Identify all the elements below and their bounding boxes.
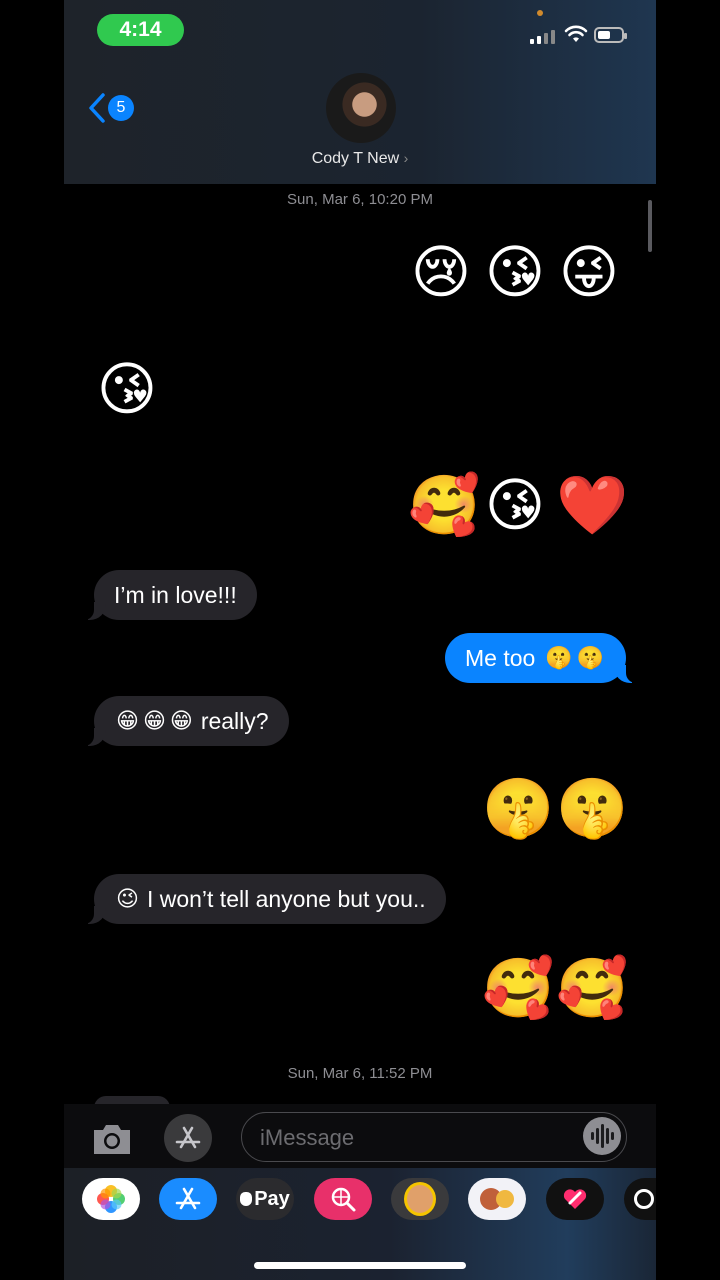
digital-touch-icon[interactable] <box>546 1178 604 1220</box>
imessage-input[interactable]: iMessage <box>241 1112 627 1162</box>
magnifier-globe-icon <box>331 1187 356 1212</box>
message-text: Me too <box>465 644 536 671</box>
red-heart-emoji: ❤️ <box>556 473 629 538</box>
heart-touch-icon <box>563 1189 587 1209</box>
message-input-bar: iMessage <box>64 1104 656 1168</box>
messages-screen: 4:14 5 Cody T New › Sun, Mar 6, 10:20 PM… <box>64 0 656 1280</box>
sent-message-bubble[interactable]: Me too 🤫 🤫 <box>445 633 639 683</box>
sent-emoji-message[interactable]: 😢 😘 😜 <box>408 240 622 306</box>
photos-flower-icon <box>97 1185 125 1213</box>
audio-message-button[interactable] <box>583 1117 621 1155</box>
partial-app-icon <box>634 1189 654 1209</box>
apple-pay-icon[interactable]: Pay <box>236 1178 294 1220</box>
conversation-header: 4:14 5 Cody T New › <box>64 0 656 184</box>
more-apps-icon[interactable] <box>624 1178 656 1220</box>
grinning-face-emoji: 😁 <box>169 708 193 733</box>
winking-face-emoji: 😉 <box>116 886 139 911</box>
photos-app-icon[interactable] <box>82 1178 140 1220</box>
received-message-bubble[interactable]: 😉 I won’t tell anyone but you.. <box>82 874 446 924</box>
winking-tongue-emoji: 😜 <box>558 240 620 305</box>
shushing-face-emoji: 🤫 <box>545 645 573 670</box>
privacy-indicator-dot <box>537 10 543 16</box>
contact-avatar[interactable] <box>326 73 396 143</box>
message-text: I won’t tell anyone but you.. <box>146 885 426 912</box>
message-text: really? <box>200 707 269 734</box>
grinning-face-emoji: 😁 <box>116 708 139 733</box>
contact-name-button[interactable]: Cody T New › <box>64 150 656 168</box>
image-search-icon[interactable] <box>314 1178 372 1220</box>
app-store-icon[interactable] <box>159 1178 217 1220</box>
app-store-button[interactable] <box>164 1114 212 1162</box>
app-store-glyph-icon <box>175 1187 201 1210</box>
battery-icon <box>594 27 627 43</box>
shushing-face-emoji: 🤫 <box>576 645 605 670</box>
smiling-hearts-emoji: 🥰 <box>408 473 481 538</box>
message-timestamp: Sun, Mar 6, 10:20 PM <box>287 191 433 208</box>
imessage-placeholder: iMessage <box>260 1125 355 1150</box>
shushing-face-emoji: 🤫 <box>482 776 555 841</box>
sent-emoji-message[interactable]: 🥰 🥰 <box>482 956 629 1022</box>
app-store-icon <box>175 1126 201 1149</box>
memoji-icon[interactable] <box>391 1178 449 1220</box>
apple-pay-label: Pay <box>254 1187 290 1210</box>
message-timestamp: Sun, Mar 6, 11:52 PM <box>287 1065 433 1082</box>
crying-face-emoji: 😢 <box>410 240 472 305</box>
chevron-right-icon: › <box>403 150 409 166</box>
animoji-face-icon <box>496 1190 514 1208</box>
kissing-face-emoji: 😘 <box>484 240 546 305</box>
back-button[interactable]: 5 <box>88 92 134 124</box>
kissing-face-emoji: 😘 <box>484 473 546 538</box>
received-emoji-message[interactable]: 😘 <box>94 357 160 423</box>
memoji-face-icon <box>404 1182 436 1216</box>
received-message-bubble[interactable]: I’m in love!!! <box>82 570 257 620</box>
sent-emoji-message[interactable]: 🥰 😘 ❤️ <box>408 473 629 539</box>
kissing-face-emoji: 😘 <box>96 357 158 422</box>
grinning-face-emoji: 😁 <box>142 708 166 733</box>
chevron-left-icon <box>89 93 105 123</box>
wifi-icon <box>564 25 588 42</box>
scrollbar[interactable] <box>648 200 652 252</box>
cellular-signal-icon <box>530 28 558 44</box>
unread-count-badge: 5 <box>108 95 134 121</box>
received-message-bubble[interactable]: 😁 😁 😁 really? <box>82 696 289 746</box>
contact-name: Cody T New <box>311 150 400 167</box>
smiling-hearts-emoji: 🥰 <box>556 956 629 1021</box>
message-text: I’m in love!!! <box>114 581 237 608</box>
animoji-icon[interactable] <box>468 1178 526 1220</box>
sent-emoji-message[interactable]: 🤫 🤫 <box>482 776 629 842</box>
status-time[interactable]: 4:14 <box>97 14 184 46</box>
smiling-hearts-emoji: 🥰 <box>482 956 555 1021</box>
camera-icon[interactable] <box>90 1118 134 1158</box>
shushing-face-emoji: 🤫 <box>556 776 629 841</box>
apple-logo-icon <box>240 1192 253 1206</box>
home-indicator[interactable] <box>254 1262 466 1269</box>
